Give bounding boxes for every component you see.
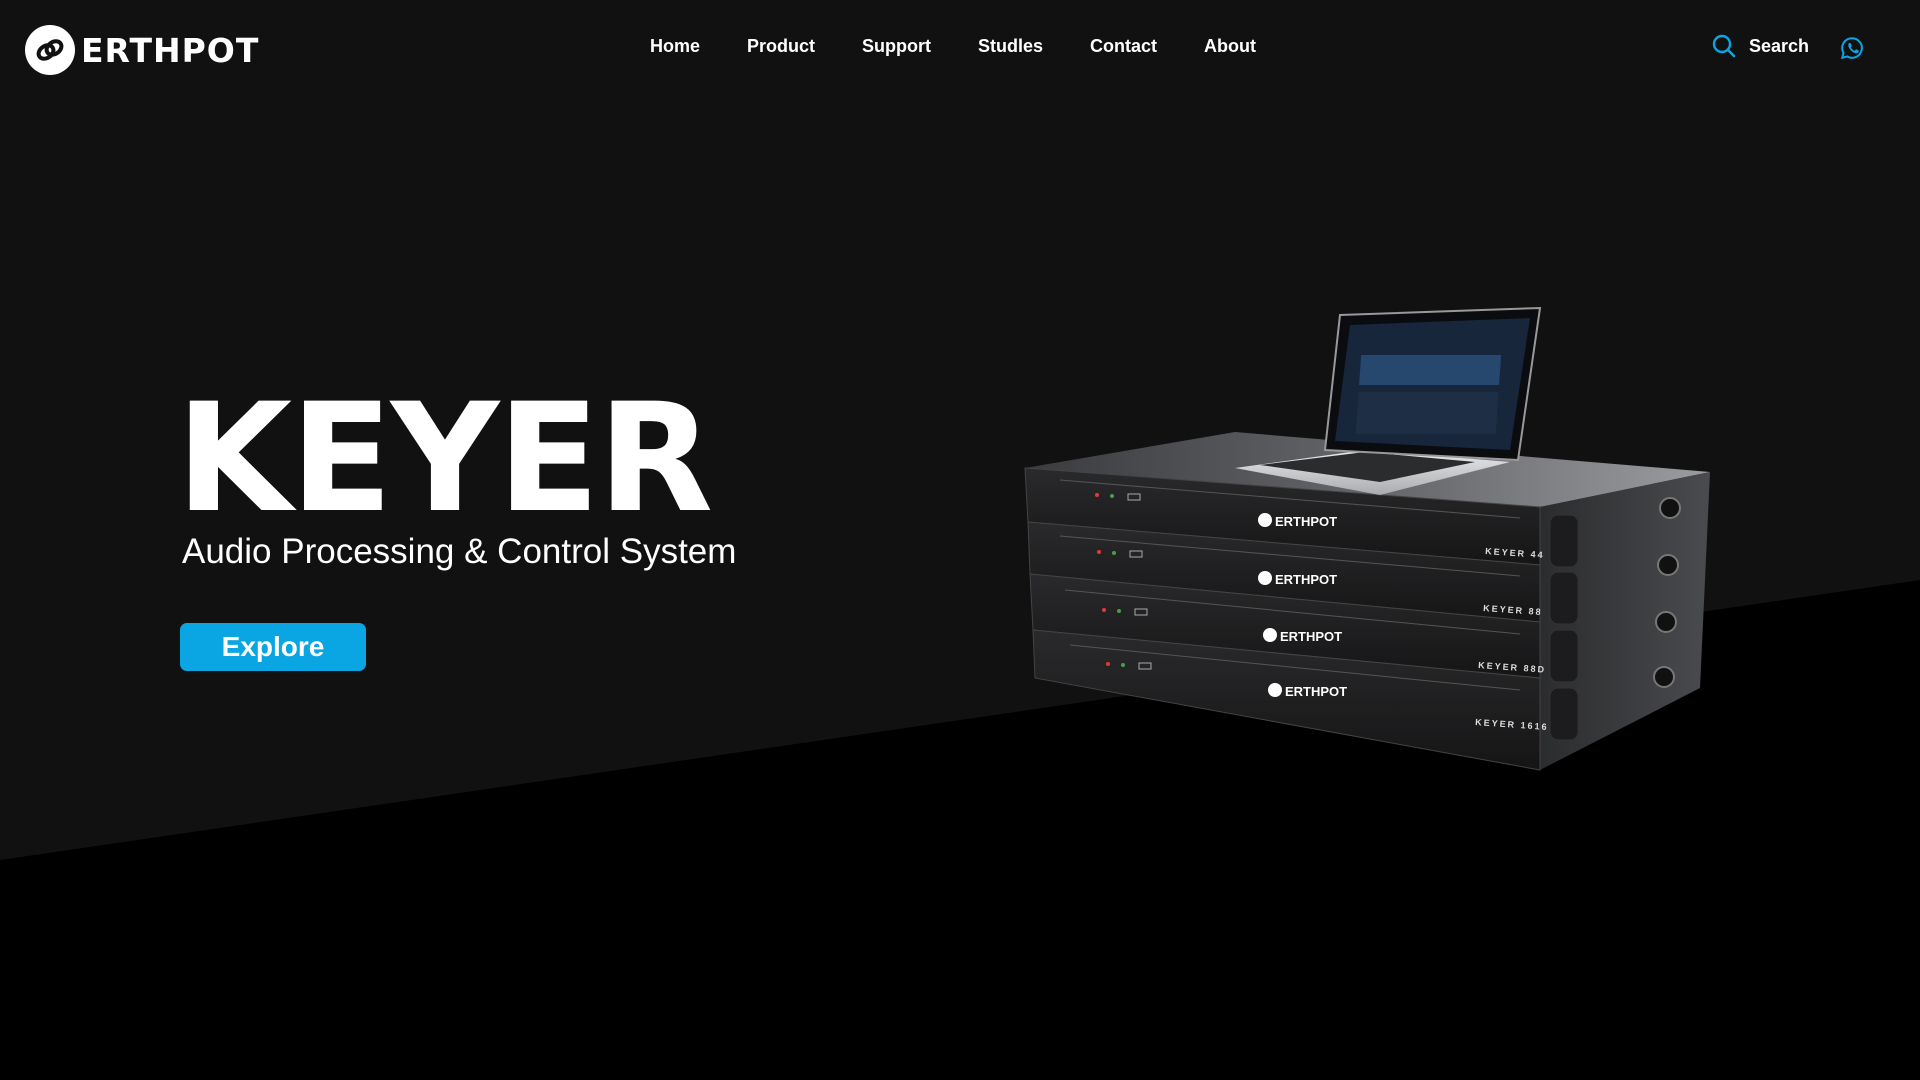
whatsapp-icon (1840, 37, 1863, 60)
nav-item-home[interactable]: Home (650, 36, 700, 57)
product-image: ERTHPOT KEYER 44 ERTHPOT KEYER 88 ERTHPO… (1024, 306, 1710, 771)
brand-logo-icon (25, 25, 75, 75)
nav-item-contact[interactable]: Contact (1090, 36, 1157, 57)
nav-item-studles[interactable]: Studles (978, 36, 1043, 57)
rack-unit-brand: ERTHPOT (1280, 629, 1342, 644)
search-icon (1712, 34, 1736, 58)
nav-item-about[interactable]: About (1204, 36, 1256, 57)
rack-unit-brand: ERTHPOT (1285, 684, 1347, 699)
hero-subtitle: Audio Processing & Control System (182, 532, 737, 571)
rack-unit-brand: ERTHPOT (1275, 514, 1337, 529)
hero-title: KEYER (176, 372, 713, 546)
brand-logo[interactable]: ERTHPOT (25, 24, 259, 76)
whatsapp-button[interactable] (1840, 36, 1864, 60)
rack-unit-brand: ERTHPOT (1275, 572, 1337, 587)
nav-item-product[interactable]: Product (747, 36, 815, 57)
nav-item-support[interactable]: Support (862, 36, 931, 57)
brand-name: ERTHPOT (81, 30, 260, 70)
page: ERTHPOT Home Product Support Studles Con… (0, 0, 1920, 1080)
search-button[interactable]: Search (1712, 34, 1809, 58)
explore-button[interactable]: Explore (180, 623, 366, 671)
main-nav: Home Product Support Studles Contact Abo… (650, 36, 1303, 57)
search-label: Search (1749, 35, 1810, 56)
site-header: ERTHPOT Home Product Support Studles Con… (0, 0, 1920, 98)
